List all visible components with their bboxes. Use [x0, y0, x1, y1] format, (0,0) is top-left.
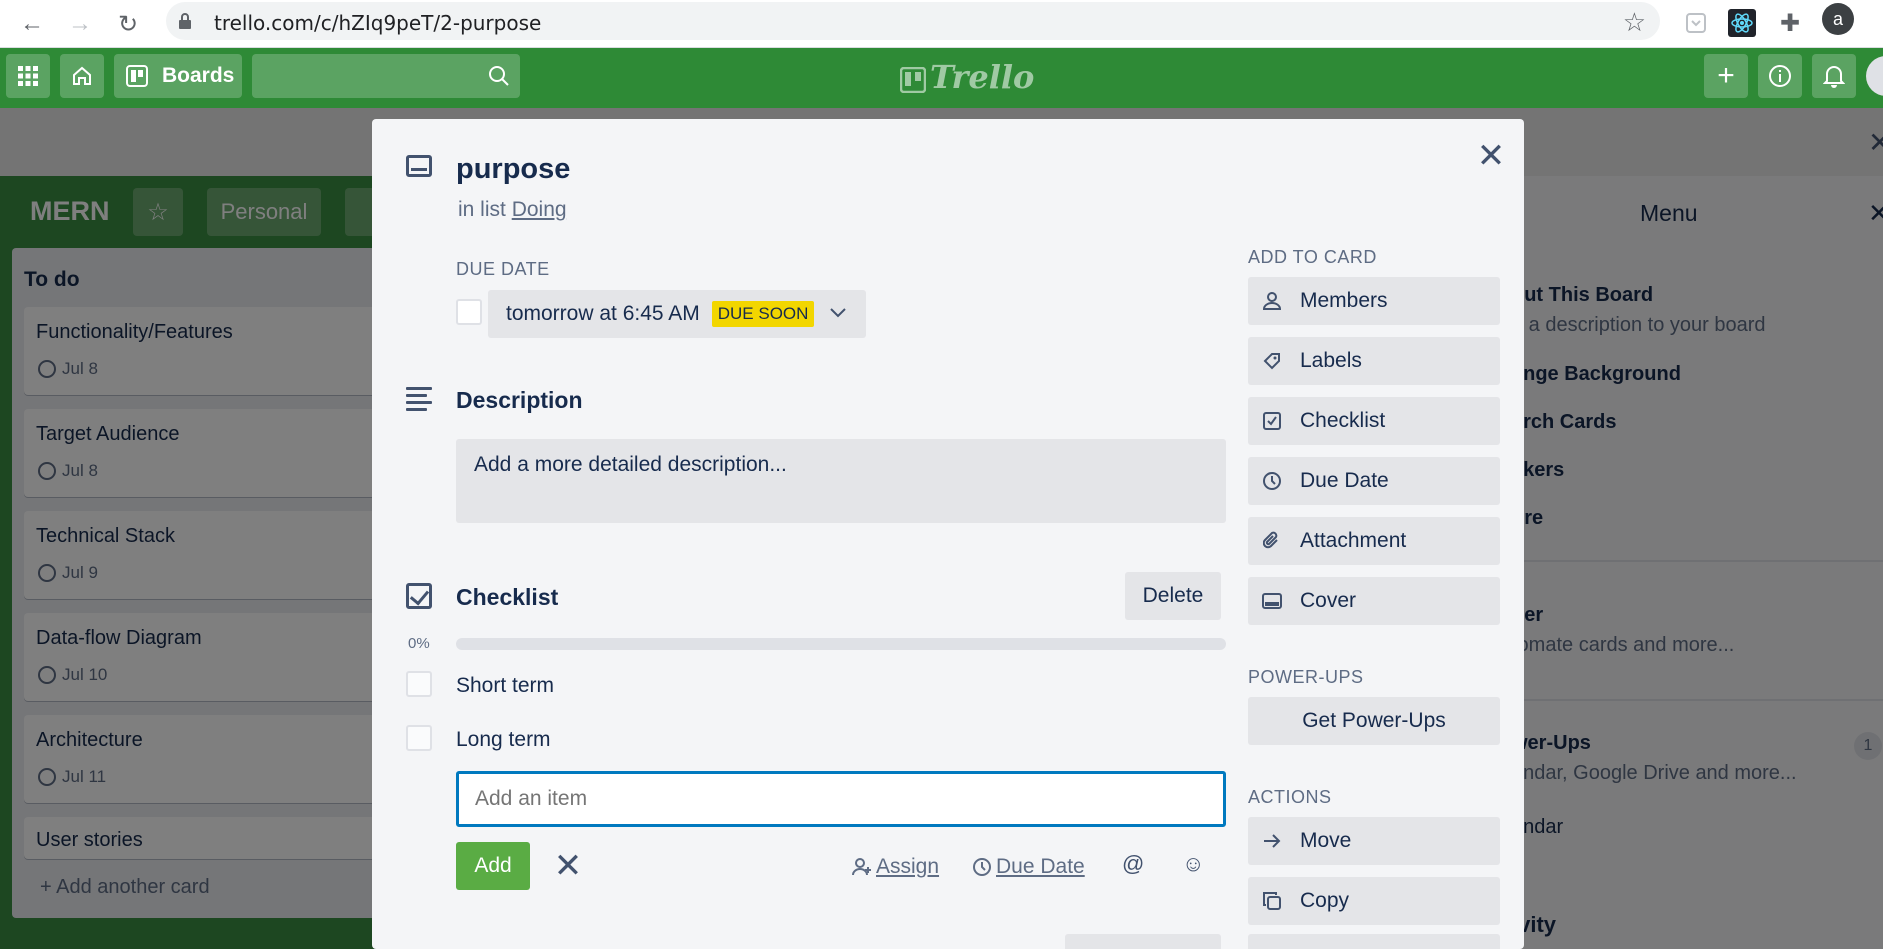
checklist-heading[interactable]: Checklist — [456, 584, 558, 611]
checklist-item-text[interactable]: Short term — [456, 674, 554, 698]
attachment-label: Attachment — [1300, 529, 1407, 552]
paperclip-icon — [1260, 531, 1284, 551]
labels-button[interactable]: Labels — [1248, 337, 1500, 385]
boards-button[interactable]: Boards — [114, 54, 242, 98]
info-icon[interactable] — [1758, 54, 1802, 98]
trello-header: Boards Trello + — [0, 48, 1883, 108]
chevron-down-icon — [830, 305, 847, 323]
notifications-bell-icon[interactable] — [1812, 54, 1856, 98]
members-button[interactable]: Members — [1248, 277, 1500, 325]
due-complete-checkbox[interactable] — [456, 299, 482, 325]
move-button[interactable]: Move — [1248, 817, 1500, 865]
checklist-item-checkbox[interactable] — [406, 725, 432, 751]
due-soon-badge: DUE SOON — [711, 301, 815, 327]
card-icon — [406, 155, 432, 177]
lock-icon — [179, 13, 191, 29]
copy-button[interactable]: Copy — [1248, 877, 1500, 925]
labels-label: Labels — [1300, 349, 1362, 372]
description-heading: Description — [456, 387, 583, 413]
bottom-button[interactable] — [1065, 934, 1221, 949]
card-list-info: in list Doing — [458, 198, 567, 222]
checklist-item-checkbox[interactable] — [406, 671, 432, 697]
card-cover-icon — [1260, 593, 1284, 609]
close-modal-icon[interactable]: ✕ — [1474, 137, 1508, 175]
card-detail-modal: purpose in list Doing ✕ DUE DATE tomorro… — [372, 119, 1524, 949]
cancel-add-item-icon[interactable]: ✕ — [544, 842, 592, 890]
move-label: Move — [1300, 829, 1352, 852]
due-date-button[interactable]: Due Date — [1248, 457, 1500, 505]
item-due-date-label: Due Date — [996, 855, 1085, 878]
attachment-button[interactable]: Attachment — [1248, 517, 1500, 565]
apps-grid-icon[interactable] — [6, 54, 50, 98]
extension-pocket-icon[interactable] — [1680, 7, 1712, 39]
add-to-card-label: ADD TO CARD — [1248, 247, 1377, 267]
actions-label: ACTIONS — [1248, 787, 1332, 807]
due-date-button[interactable]: tomorrow at 6:45 AM DUE SOON — [488, 290, 866, 338]
add-item-button[interactable]: Add — [456, 842, 530, 890]
members-label: Members — [1300, 289, 1388, 312]
arrow-right-icon — [1260, 833, 1284, 849]
label-tag-icon — [1260, 352, 1284, 370]
due-date-text: tomorrow at 6:45 AM — [506, 302, 700, 325]
create-plus-icon[interactable]: + — [1704, 54, 1748, 98]
copy-label: Copy — [1300, 889, 1350, 912]
cover-label: Cover — [1300, 589, 1357, 612]
checklist-icon — [1260, 412, 1284, 430]
forward-arrow-icon[interactable]: → — [62, 6, 98, 42]
delete-checklist-button[interactable]: Delete — [1125, 572, 1221, 620]
assign-button[interactable]: Assign — [852, 855, 939, 879]
cover-button[interactable]: Cover — [1248, 577, 1500, 625]
url-text: trello.com/c/hZIq9peT/2-purpose — [214, 11, 542, 35]
checklist-label: Checklist — [1300, 409, 1386, 432]
trello-logo[interactable]: Trello — [899, 58, 1035, 96]
emoji-smile-icon[interactable]: ☺ — [1182, 851, 1204, 877]
checklist-button[interactable]: Checklist — [1248, 397, 1500, 445]
mention-at-icon[interactable]: @ — [1122, 851, 1144, 877]
power-ups-label: POWER-UPS — [1248, 667, 1364, 687]
copy-icon — [1260, 892, 1284, 910]
boards-label: Boards — [162, 64, 235, 87]
profile-avatar[interactable]: a — [1822, 3, 1854, 35]
clock-icon — [1260, 471, 1284, 491]
search-icon — [489, 66, 509, 86]
user-avatar[interactable] — [1866, 56, 1883, 96]
extensions-puzzle-icon[interactable]: ✚ — [1774, 7, 1806, 39]
reload-icon[interactable]: ↻ — [110, 6, 146, 42]
board-search-input[interactable] — [252, 54, 520, 98]
checklist-item-text[interactable]: Long term — [456, 728, 551, 752]
add-checklist-item-input[interactable] — [456, 771, 1226, 827]
assign-label: Assign — [876, 855, 940, 878]
member-icon — [1260, 292, 1284, 310]
description-icon — [406, 387, 432, 411]
description-placeholder-box[interactable]: Add a more detailed description... — [456, 439, 1226, 523]
boards-icon — [126, 65, 148, 87]
get-power-ups-button[interactable]: Get Power-Ups — [1248, 697, 1500, 745]
checklist-progress-bar — [456, 638, 1226, 650]
address-bar[interactable]: trello.com/c/hZIq9peT/2-purpose ☆ — [166, 2, 1660, 40]
home-icon[interactable] — [60, 54, 104, 98]
clock-icon — [973, 858, 991, 876]
back-arrow-icon[interactable]: ← — [14, 6, 50, 42]
item-due-date-button[interactable]: Due Date — [972, 855, 1085, 879]
more-action-button[interactable] — [1248, 934, 1500, 949]
add-member-icon — [852, 858, 871, 876]
browser-toolbar: ← → ↻ trello.com/c/hZIq9peT/2-purpose ☆ … — [0, 0, 1883, 48]
checklist-icon — [406, 583, 432, 609]
list-name-link[interactable]: Doing — [512, 198, 567, 221]
bookmark-star-icon[interactable]: ☆ — [1623, 7, 1646, 38]
logo-text: Trello — [930, 58, 1035, 96]
card-title[interactable]: purpose — [456, 153, 570, 186]
in-list-prefix: in list — [458, 198, 506, 221]
extension-react-devtools-icon[interactable] — [1726, 7, 1758, 39]
checklist-progress-label: 0% — [408, 635, 430, 652]
due-date-label: DUE DATE — [456, 259, 550, 279]
due-date-label: Due Date — [1300, 469, 1389, 492]
